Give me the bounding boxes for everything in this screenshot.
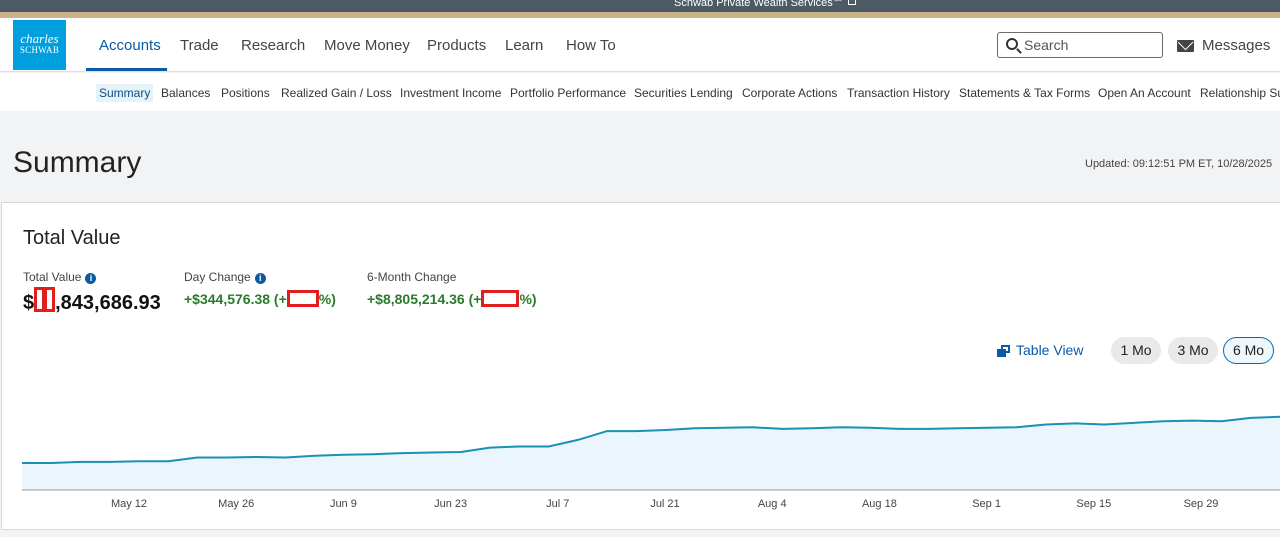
x-tick-label: May 12 — [111, 498, 147, 510]
redaction-box — [481, 290, 520, 307]
day-change-label-text: Day Change — [184, 270, 251, 284]
search-input[interactable] — [1024, 36, 1156, 54]
nav-products[interactable]: Products — [427, 37, 486, 54]
nav-trade[interactable]: Trade — [180, 37, 219, 54]
nav-move-money[interactable]: Move Money — [324, 37, 410, 54]
info-icon[interactable]: i — [254, 273, 266, 284]
redaction-box — [44, 287, 56, 312]
nav-research[interactable]: Research — [241, 37, 305, 54]
x-tick-label: Sep 1 — [972, 498, 1001, 510]
x-tick-label: Aug 18 — [862, 498, 897, 510]
private-wealth-link[interactable]: Schwab Private Wealth Services℠ — [674, 0, 856, 9]
chart-area-fill — [22, 416, 1280, 490]
day-change-suffix: %) — [318, 291, 336, 307]
x-tick-label: Jun 23 — [434, 498, 467, 510]
x-tick-label: Sep 15 — [1076, 498, 1111, 510]
subnav-relationship[interactable]: Relationship Su — [1200, 86, 1280, 100]
x-tick-label: Jul 21 — [650, 498, 679, 510]
six-month-change-prefix: +$8,805,214.36 (+ — [367, 291, 482, 307]
subnav-balances[interactable]: Balances — [161, 86, 210, 100]
search-icon[interactable] — [1006, 38, 1018, 50]
table-view-label: Table View — [1016, 342, 1084, 358]
day-change-value: +$344,576.38 (+%) — [184, 290, 336, 307]
external-link-icon — [847, 0, 856, 5]
x-tick-label: Sep 29 — [1184, 498, 1219, 510]
table-view-icon — [997, 345, 1011, 357]
card-title: Total Value — [23, 227, 121, 249]
envelope-icon — [1177, 40, 1194, 52]
banner-text: Schwab Private Wealth Services℠ — [674, 0, 844, 9]
six-month-change-suffix: %) — [519, 291, 537, 307]
main-header: charles SCHWAB Accounts Trade Research M… — [0, 18, 1280, 72]
messages-label: Messages — [1202, 37, 1271, 54]
total-value-label: Total Value i — [23, 270, 97, 284]
day-change-prefix: +$344,576.38 (+ — [184, 291, 287, 307]
nav-accounts[interactable]: Accounts — [99, 37, 161, 54]
subnav-securities-lending[interactable]: Securities Lending — [634, 86, 733, 100]
subnav-realized-gain-loss[interactable]: Realized Gain / Loss — [281, 86, 392, 100]
subnav-portfolio-performance[interactable]: Portfolio Performance — [510, 86, 626, 100]
subnav-positions[interactable]: Positions — [221, 86, 270, 100]
six-month-change-label: 6-Month Change — [367, 270, 457, 284]
redaction-box — [286, 290, 319, 307]
total-value-label-text: Total Value — [23, 270, 82, 284]
page-title: Summary — [13, 146, 142, 179]
active-nav-indicator — [86, 68, 167, 71]
x-tick-label: Jun 9 — [330, 498, 357, 510]
table-view-button[interactable]: Table View — [997, 342, 1083, 358]
subnav-transaction-history[interactable]: Transaction History — [847, 86, 950, 100]
logo-line-2: SCHWAB — [19, 45, 60, 55]
updated-timestamp: Updated: 09:12:51 PM ET, 10/28/2025 — [1085, 158, 1273, 170]
schwab-logo[interactable]: charles SCHWAB — [13, 20, 66, 70]
x-tick-label: May 26 — [218, 498, 254, 510]
info-icon[interactable]: i — [85, 273, 97, 284]
x-tick-label: Jul 7 — [546, 498, 569, 510]
accounts-subnav: Summary Balances Positions Realized Gain… — [0, 73, 1280, 111]
day-change-label: Day Change i — [184, 270, 266, 284]
subnav-corporate-actions[interactable]: Corporate Actions — [742, 86, 837, 100]
total-value-prefix: $ — [23, 292, 35, 314]
subnav-summary[interactable]: Summary — [96, 84, 154, 102]
total-value-suffix: ,843,686.93 — [55, 292, 161, 314]
total-value-amount: $ ,843,686.93 — [23, 287, 161, 315]
nav-learn[interactable]: Learn — [505, 37, 543, 54]
x-tick-label: Aug 4 — [758, 498, 787, 510]
logo-line-1: charles — [20, 31, 59, 46]
nav-how-to[interactable]: How To — [566, 37, 616, 54]
chart-x-ticks: May 12 May 26 Jun 9 Jun 23 Jul 7 Jul 21 Aug 4 A… — [111, 498, 1218, 510]
top-banner: Schwab Private Wealth Services℠ — [0, 0, 1280, 12]
subnav-investment-income[interactable]: Investment Income — [400, 86, 501, 100]
subnav-open-an-account[interactable]: Open An Account — [1098, 86, 1191, 100]
search-box[interactable] — [997, 32, 1163, 58]
total-value-chart: May 12 May 26 Jun 9 Jun 23 Jul 7 Jul 21 Aug 4 A… — [22, 415, 1280, 510]
subnav-statements-tax-forms[interactable]: Statements & Tax Forms — [959, 86, 1090, 100]
six-month-change-value: +$8,805,214.36 (+%) — [367, 290, 537, 307]
